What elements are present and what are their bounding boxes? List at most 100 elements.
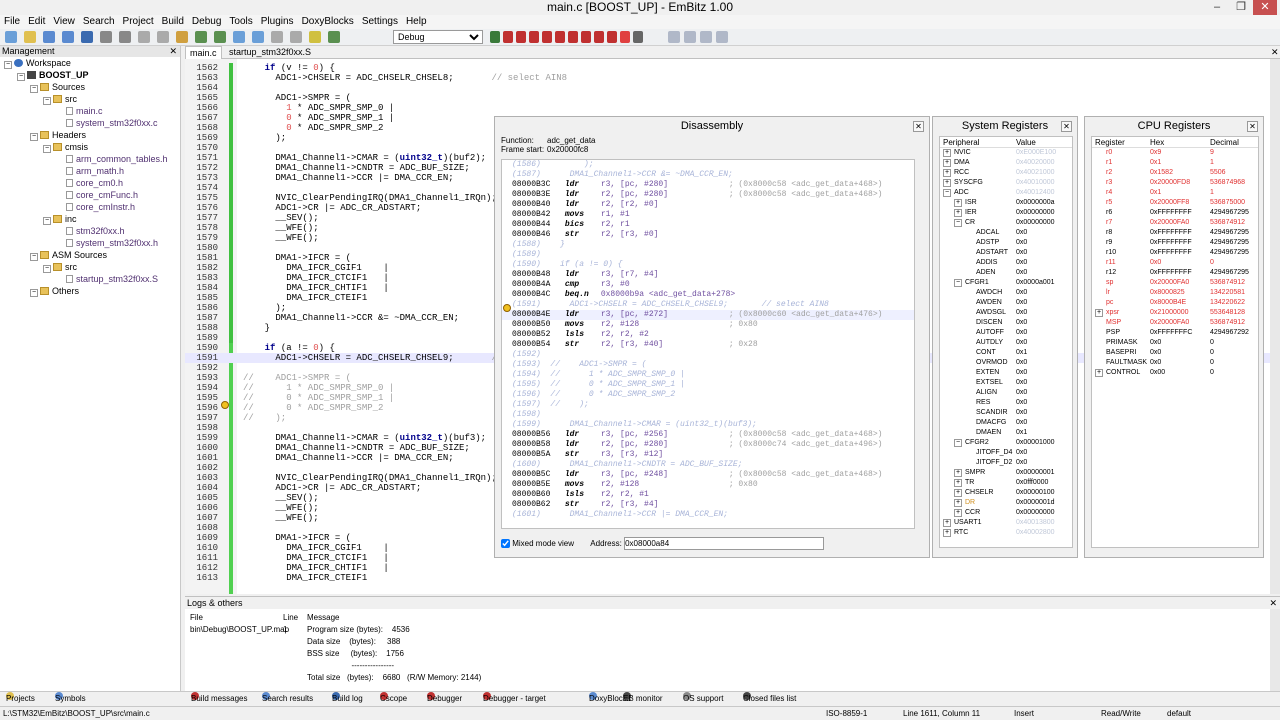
expand-icon[interactable]: +	[954, 199, 962, 207]
maximize-button[interactable]: ❐	[1229, 0, 1253, 15]
cpu-registers-table[interactable]: Register Hex Decimal r0 0x9 9 r1 0x1 1 r2 0x1582 5…	[1091, 136, 1259, 548]
expand-icon[interactable]: +	[943, 529, 951, 537]
toolbar-button-icon[interactable]	[195, 31, 207, 43]
register-row[interactable]: + DMA 0x40020000	[940, 158, 1072, 168]
toolbar-button-icon[interactable]	[24, 31, 36, 43]
log-row[interactable]: Total size (bytes): 6680 (R/W Memory: 21…	[185, 672, 1280, 684]
register-row[interactable]: AUTDLY 0x0	[940, 338, 1072, 348]
debug-button-icon[interactable]	[503, 31, 513, 43]
toolbar-button-icon[interactable]	[309, 31, 321, 43]
window-button-icon[interactable]	[700, 31, 712, 43]
register-row[interactable]: r7 0x20000FA0 536874912	[1092, 218, 1258, 228]
tree-item-file[interactable]: arm_math.h	[0, 165, 180, 177]
toolbar-button-icon[interactable]	[81, 31, 93, 43]
register-row[interactable]: AWDCH 0x0	[940, 288, 1072, 298]
debug-button-icon[interactable]	[607, 31, 617, 43]
expand-icon[interactable]: −	[43, 97, 51, 105]
register-row[interactable]: PSP 0xFFFFFFFC 4294967292	[1092, 328, 1258, 338]
tree-item-folder[interactable]: − ASM Sources	[0, 249, 180, 261]
register-row[interactable]: + NVIC 0xE000E100	[940, 148, 1072, 158]
expand-icon[interactable]: −	[954, 219, 962, 227]
tree-item-ws[interactable]: − Workspace	[0, 57, 180, 69]
toolbar-button-icon[interactable]	[176, 31, 188, 43]
log-row[interactable]: ----------------	[185, 660, 1280, 672]
register-row[interactable]: EXTSEL 0x0	[940, 378, 1072, 388]
register-row[interactable]: − ADC 0x40012400	[940, 188, 1072, 198]
register-row[interactable]: − CR 0x00000000	[940, 218, 1072, 228]
log-row[interactable]: Data size (bytes): 388	[185, 636, 1280, 648]
tree-item-folder[interactable]: − cmsis	[0, 141, 180, 153]
expand-icon[interactable]: −	[43, 145, 51, 153]
register-row[interactable]: − CFGR1 0x0000a001	[940, 278, 1072, 288]
toolbar-button-icon[interactable]	[328, 31, 340, 43]
register-row[interactable]: − CFGR2 0x00001000	[940, 438, 1072, 448]
menu-build[interactable]: Build	[158, 15, 188, 29]
tree-item-folder[interactable]: − src	[0, 261, 180, 273]
register-row[interactable]: ADSTP 0x0	[940, 238, 1072, 248]
expand-icon[interactable]: −	[43, 265, 51, 273]
expand-icon[interactable]: +	[943, 519, 951, 527]
tree-item-file[interactable]: system_stm32f0xx.h	[0, 237, 180, 249]
debug-button-icon[interactable]	[529, 31, 539, 43]
logs-scrollbar[interactable]	[1270, 609, 1280, 692]
tab-main-c[interactable]: main.c	[185, 46, 222, 60]
toolbar-button-icon[interactable]	[157, 31, 169, 43]
expand-icon[interactable]: −	[43, 217, 51, 225]
register-row[interactable]: RES 0x0	[940, 398, 1072, 408]
tree-item-file[interactable]: core_cm0.h	[0, 177, 180, 189]
toolbar-button-icon[interactable]	[138, 31, 150, 43]
expand-icon[interactable]: +	[954, 209, 962, 217]
register-row[interactable]: r0 0x9 9	[1092, 148, 1258, 158]
expand-icon[interactable]: +	[943, 179, 951, 187]
expand-icon[interactable]: +	[943, 149, 951, 157]
tree-item-folder[interactable]: − Headers	[0, 129, 180, 141]
expand-icon[interactable]: −	[954, 439, 962, 447]
tree-item-file[interactable]: arm_common_tables.h	[0, 153, 180, 165]
register-row[interactable]: ADDIS 0x0	[940, 258, 1072, 268]
debug-button-icon[interactable]	[555, 31, 565, 43]
close-icon[interactable]: ✕	[1269, 597, 1277, 609]
close-icon[interactable]: ✕	[1061, 121, 1072, 132]
register-row[interactable]: r11 0x0 0	[1092, 258, 1258, 268]
register-row[interactable]: CONT 0x1	[940, 348, 1072, 358]
toolbar-button-icon[interactable]	[43, 31, 55, 43]
debug-button-icon[interactable]	[581, 31, 591, 43]
expand-icon[interactable]: +	[954, 509, 962, 517]
menu-search[interactable]: Search	[79, 15, 119, 29]
mixed-mode-checkbox[interactable]	[501, 539, 510, 549]
register-row[interactable]: AWDSGL 0x0	[940, 308, 1072, 318]
expand-icon[interactable]: −	[30, 253, 38, 261]
log-row[interactable]: bin\Debug\BOOST_UP.map 1 Program size (byt…	[185, 624, 1280, 636]
register-row[interactable]: DISCEN 0x0	[940, 318, 1072, 328]
tree-item-folder[interactable]: − Sources	[0, 81, 180, 93]
register-row[interactable]: PRIMASK 0x0 0	[1092, 338, 1258, 348]
register-row[interactable]: + CCR 0x00000000	[940, 508, 1072, 518]
menu-view[interactable]: View	[49, 15, 79, 29]
register-row[interactable]: r3 0x20000FD8 536874968	[1092, 178, 1258, 188]
expand-icon[interactable]: +	[943, 159, 951, 167]
register-row[interactable]: SCANDIR 0x0	[940, 408, 1072, 418]
register-row[interactable]: JITOFF_D2 0x0	[940, 458, 1072, 468]
register-row[interactable]: + RCC 0x40021000	[940, 168, 1072, 178]
menu-tools[interactable]: Tools	[225, 15, 256, 29]
menu-settings[interactable]: Settings	[358, 15, 402, 29]
register-row[interactable]: ADEN 0x0	[940, 268, 1072, 278]
toolbar-button-icon[interactable]	[214, 31, 226, 43]
expand-icon[interactable]: −	[17, 73, 25, 81]
expand-icon[interactable]: −	[30, 289, 38, 297]
register-row[interactable]: + xpsr 0x21000000 553648128	[1092, 308, 1258, 318]
tab-startup[interactable]: startup_stm32f0xx.S	[225, 46, 315, 59]
tree-item-file[interactable]: startup_stm32f0xx.S	[0, 273, 180, 285]
close-icon[interactable]: ✕	[913, 121, 924, 132]
debug-button-icon[interactable]	[633, 31, 643, 43]
register-row[interactable]: + CONTROL 0x00 0	[1092, 368, 1258, 378]
debug-button-icon[interactable]	[516, 31, 526, 43]
toolbar-button-icon[interactable]	[119, 31, 131, 43]
toolbar-button-icon[interactable]	[271, 31, 283, 43]
expand-icon[interactable]: −	[943, 189, 951, 197]
build-target-select[interactable]: Debug	[393, 30, 483, 44]
minimize-button[interactable]: –	[1205, 0, 1229, 15]
toolbar-button-icon[interactable]	[233, 31, 245, 43]
expand-icon[interactable]: +	[954, 499, 962, 507]
register-row[interactable]: JITOFF_D4 0x0	[940, 448, 1072, 458]
